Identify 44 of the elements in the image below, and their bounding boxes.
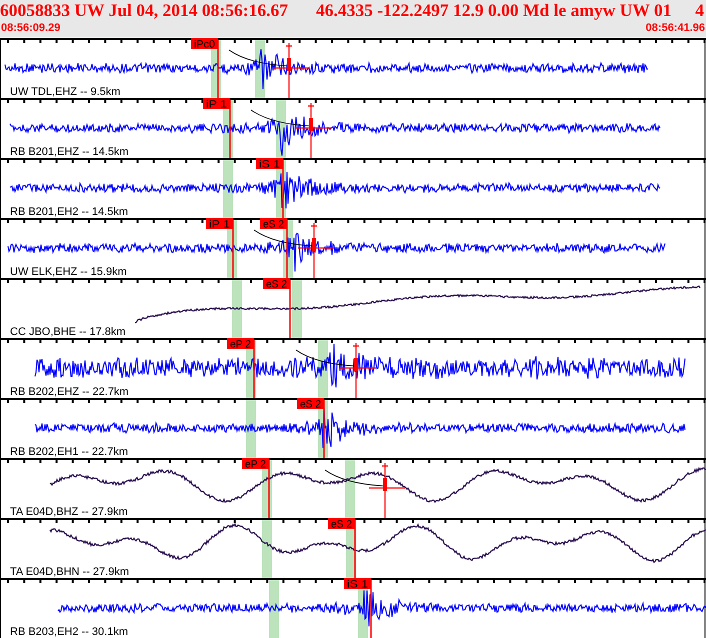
pick-line (354, 520, 356, 578)
pick-label: iP 1 (203, 98, 230, 110)
end-time: 08:56:41.96 (646, 21, 705, 35)
start-time: 08:56:09.29 (1, 21, 60, 35)
pick-label: eS 2 (263, 278, 290, 290)
pick-line (323, 400, 325, 458)
pick-label: eS 2 (260, 218, 287, 230)
pick-count: 4 (695, 0, 704, 21)
pick-label: eS 2 (297, 398, 324, 410)
pick-line (232, 220, 234, 278)
channel-label: RB B201,EH2 -- 14.5km (10, 206, 128, 218)
pick-window (269, 580, 279, 638)
event-solution: 46.4335 -122.2497 12.9 0.00 Md le amyw UW 01 (316, 0, 672, 21)
channel-label: RB B201,EHZ -- 14.5km (10, 146, 129, 158)
channel-label: UW TDL,EHZ -- 9.5km (10, 86, 120, 98)
pick-line (268, 460, 270, 518)
pick-window (246, 400, 256, 458)
pick-line (289, 280, 291, 338)
channel-label: RB B202,EHZ -- 22.7km (10, 386, 129, 398)
pick-window (223, 160, 233, 218)
channel-label: RB B202,EH1 -- 22.7km (10, 446, 128, 458)
pick-line (229, 100, 231, 158)
pick-label: eS 2 (328, 518, 355, 530)
pick-window (232, 280, 242, 338)
pick-label: iP 1 (206, 218, 233, 230)
channel-label: RB B203,EH2 -- 30.1km (10, 626, 128, 638)
pick-label: iPc0 (191, 38, 218, 50)
pick-line (370, 580, 372, 638)
channel-label: CC JBO,BHE -- 17.8km (10, 326, 126, 338)
event-title: 60058833 UW Jul 04, 2014 08:56:16.67 (0, 0, 288, 21)
pick-label: iS 1 (256, 158, 283, 170)
channel-label: TA E04D,BHN -- 27.9km (10, 566, 129, 578)
pick-line (286, 220, 288, 278)
pick-line (253, 340, 255, 398)
pick-line (282, 160, 284, 218)
pick-window (292, 280, 302, 338)
pick-window (345, 460, 355, 518)
pick-line (217, 40, 219, 98)
pick-label: iS 1 (344, 578, 371, 590)
channel-label: TA E04D,BHZ -- 27.9km (10, 506, 128, 518)
channel-label: UW ELK,EHZ -- 15.9km (10, 266, 127, 278)
pick-label: eP 2 (227, 338, 254, 350)
pick-label: eP 2 (242, 458, 269, 470)
pick-window (262, 520, 272, 578)
